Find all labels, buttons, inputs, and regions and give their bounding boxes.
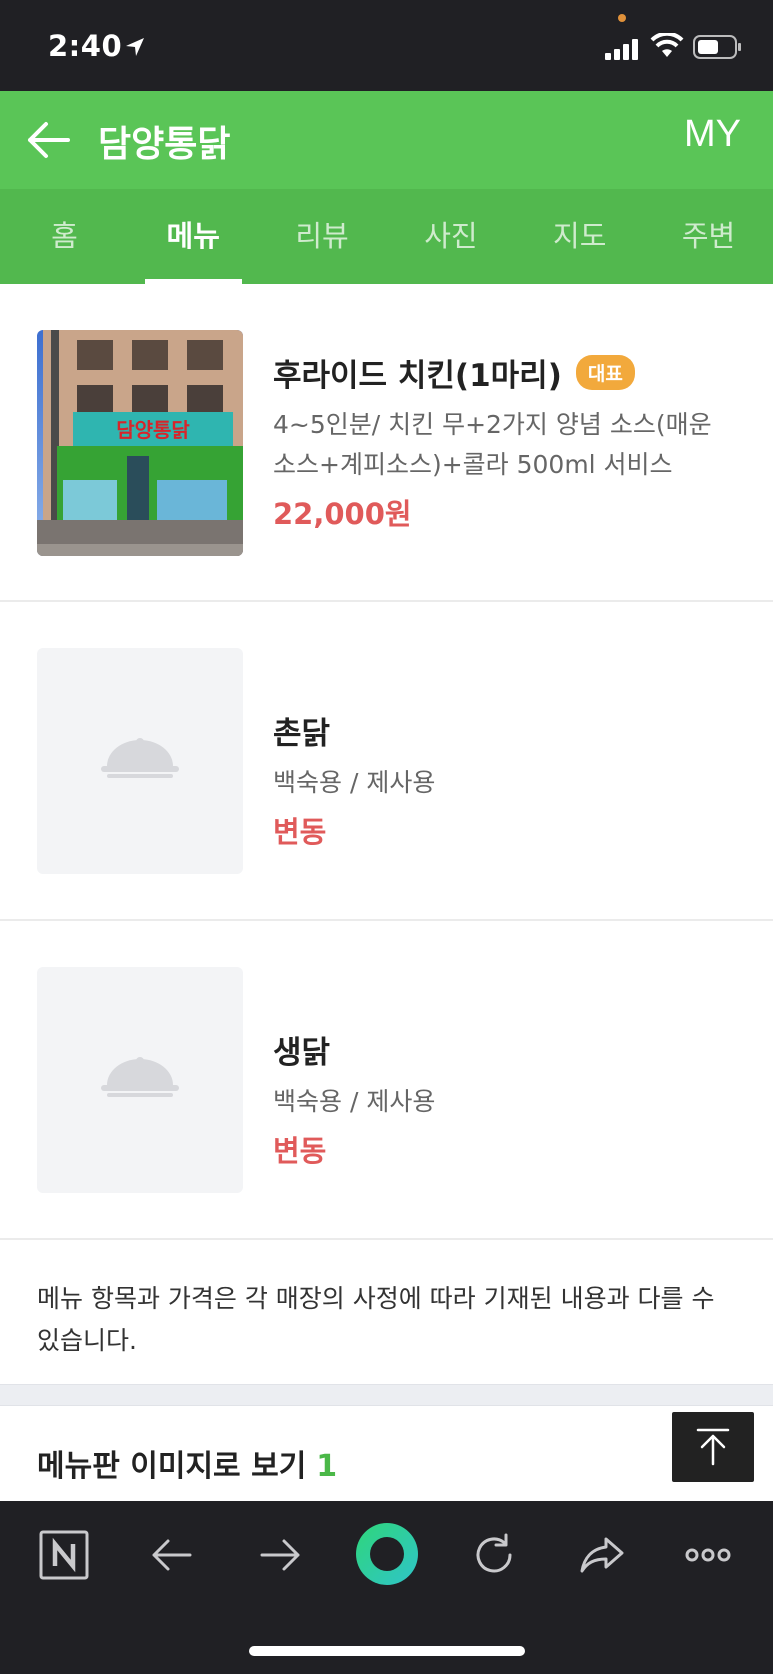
tab-nearby[interactable]: 주변: [644, 189, 773, 284]
more-icon[interactable]: [680, 1527, 736, 1583]
menu-info: 촌닭 백숙용 / 제사용 변동: [273, 708, 733, 851]
back-arrow-icon[interactable]: [24, 115, 74, 165]
menu-list: 담양통닭 후라이드 치킨(1마리) 대표 4~5인분/ 치킨 무+2가지 양념 …: [0, 284, 773, 1240]
location-arrow-icon: [126, 38, 144, 56]
menu-board-link[interactable]: 메뉴판 이미지로 보기 1: [37, 1441, 337, 1485]
my-button[interactable]: MY: [684, 113, 741, 156]
wifi-icon: [650, 33, 684, 57]
cellular-signal-icon: [605, 39, 638, 60]
tab-reviews[interactable]: 리뷰: [258, 189, 387, 284]
forward-arrow-icon[interactable]: [252, 1527, 308, 1583]
svg-text:담양통닭: 담양통닭: [116, 418, 190, 442]
green-dot-icon[interactable]: [354, 1521, 420, 1587]
home-indicator[interactable]: [249, 1646, 525, 1656]
page-title: 담양통닭: [98, 124, 231, 165]
menu-photo-placeholder: [37, 648, 243, 874]
section-divider: [0, 1384, 773, 1406]
tab-photos[interactable]: 사진: [386, 189, 515, 284]
menu-price: 22,000원: [273, 497, 412, 531]
food-cloche-icon: [101, 738, 179, 778]
menu-price: 변동: [273, 815, 327, 849]
menu-name: 생닭: [273, 1035, 331, 1071]
menu-photo[interactable]: 담양통닭: [37, 330, 243, 556]
menu-photo-placeholder: [37, 967, 243, 1193]
menu-info: 후라이드 치킨(1마리) 대표 4~5인분/ 치킨 무+2가지 양념 소스(매운…: [273, 350, 733, 533]
menu-description: 4~5인분/ 치킨 무+2가지 양념 소스(매운소스+계피소스)+콜라 500m…: [273, 410, 712, 479]
status-time: 2:40: [48, 29, 123, 63]
tab-bar: 홈 메뉴 리뷰 사진 지도 주변: [0, 189, 773, 284]
menu-description: 백숙용 / 제사용: [273, 768, 436, 797]
privacy-indicator-dot: [618, 14, 626, 22]
naver-n-icon[interactable]: [36, 1527, 92, 1583]
price-notice: 메뉴 항목과 가격은 각 매장의 사정에 따라 기재된 내용과 다를 수 있습니…: [37, 1284, 715, 1355]
tab-home[interactable]: 홈: [0, 189, 129, 284]
menu-info: 생닭 백숙용 / 제사용 변동: [273, 1027, 733, 1170]
menu-item[interactable]: 생닭 백숙용 / 제사용 변동: [0, 921, 773, 1240]
back-arrow-icon[interactable]: [144, 1527, 200, 1583]
food-cloche-icon: [101, 1057, 179, 1097]
app-header: 담양통닭 MY: [0, 91, 773, 189]
share-icon[interactable]: [574, 1527, 630, 1583]
refresh-icon[interactable]: [466, 1527, 522, 1583]
scroll-to-top-button[interactable]: [672, 1412, 754, 1482]
tab-menu[interactable]: 메뉴: [129, 189, 258, 284]
menu-board-label: 메뉴판 이미지로 보기: [37, 1449, 307, 1484]
status-bar: 2:40: [0, 0, 773, 91]
menu-name: 후라이드 치킨(1마리): [273, 358, 562, 394]
menu-description: 백숙용 / 제사용: [273, 1087, 436, 1116]
menu-board-count: 1: [316, 1449, 338, 1484]
menu-name: 촌닭: [273, 716, 331, 752]
signature-badge: 대표: [575, 355, 635, 390]
arrow-up-icon: [696, 1428, 730, 1466]
menu-item[interactable]: 담양통닭 후라이드 치킨(1마리) 대표 4~5인분/ 치킨 무+2가지 양념 …: [0, 284, 773, 602]
tab-map[interactable]: 지도: [515, 189, 644, 284]
menu-item[interactable]: 촌닭 백숙용 / 제사용 변동: [0, 602, 773, 921]
menu-price: 변동: [273, 1134, 327, 1168]
battery-icon: [693, 35, 741, 59]
